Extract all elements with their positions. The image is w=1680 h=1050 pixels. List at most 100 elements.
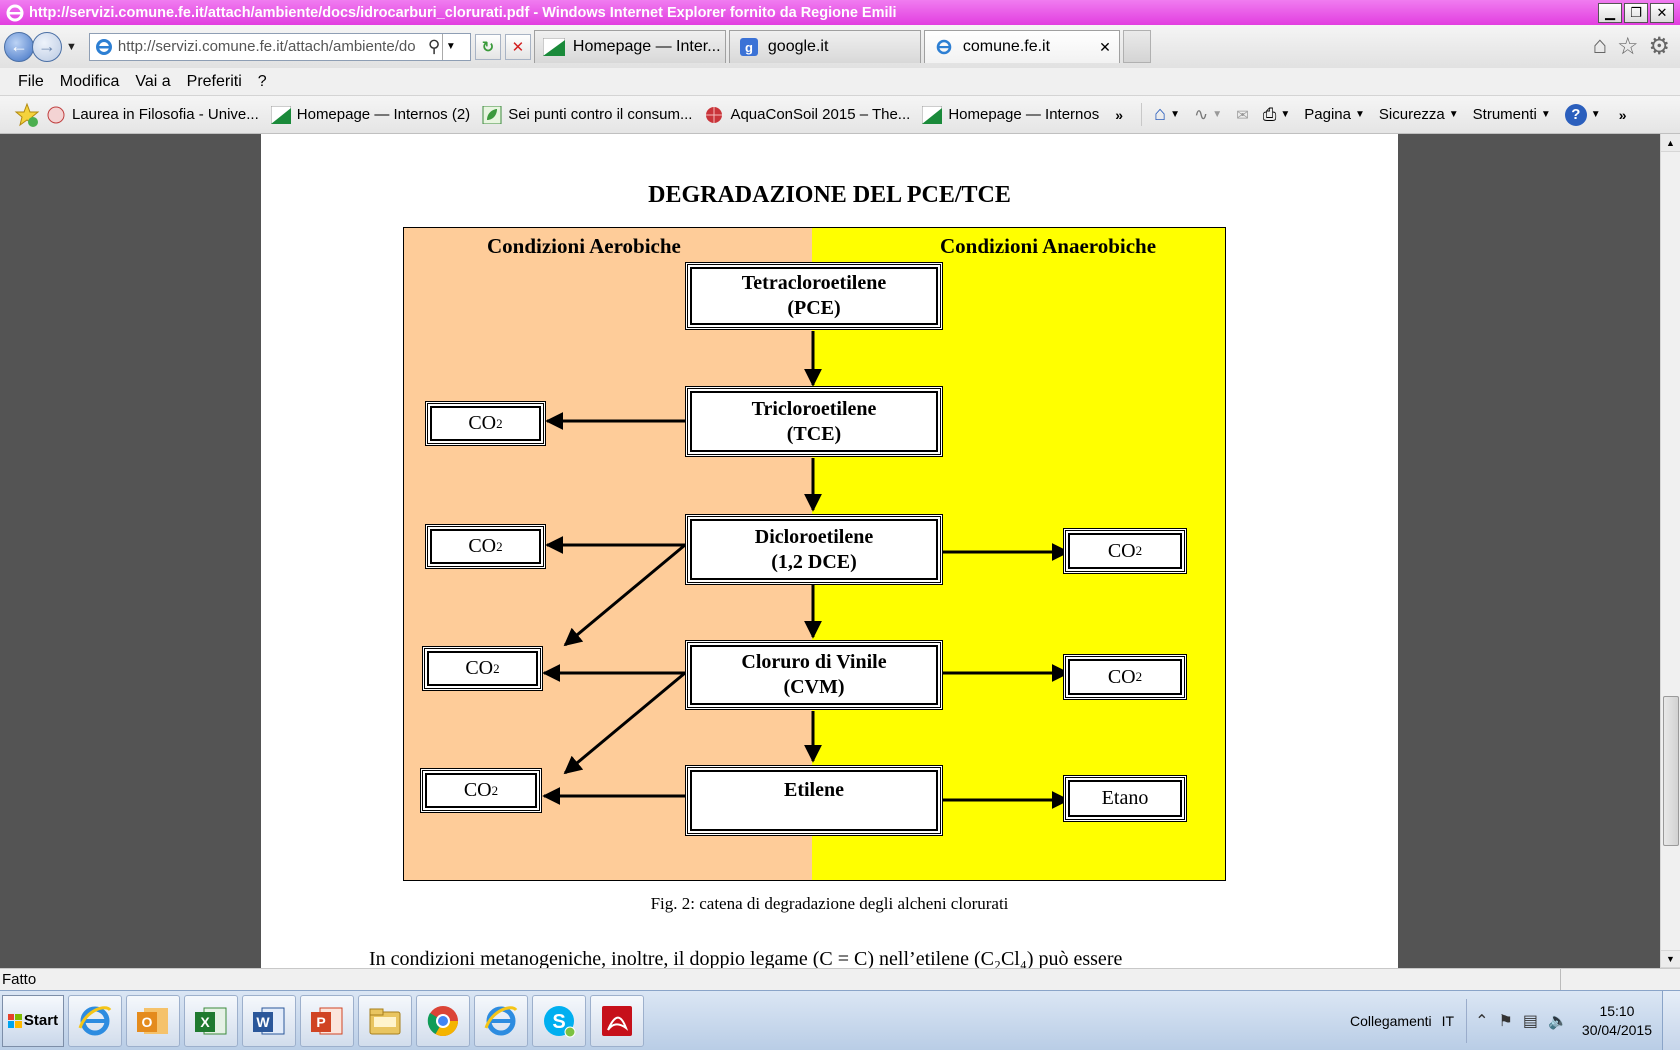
- aerobic-label: Condizioni Aerobiche: [487, 234, 681, 258]
- window-title-bar: http://servizi.comune.fe.it/attach/ambie…: [0, 0, 1680, 25]
- refresh-icon: ↻: [481, 38, 495, 56]
- close-button[interactable]: ✕: [1650, 2, 1674, 23]
- menu-bar: File Modifica Vai a Preferiti ?: [0, 68, 1680, 96]
- search-icon[interactable]: ⚲: [428, 37, 440, 57]
- file-explorer-icon: [369, 1008, 401, 1034]
- scroll-up-icon[interactable]: ▲: [1661, 134, 1680, 152]
- close-tab-icon[interactable]: ✕: [1087, 39, 1111, 56]
- tab-google[interactable]: g google.it: [728, 30, 921, 63]
- taskbar-chrome[interactable]: [416, 994, 470, 1047]
- home-icon[interactable]: ⌂: [1592, 32, 1607, 61]
- excel-icon: X: [195, 1007, 227, 1034]
- mail-button[interactable]: ✉: [1236, 106, 1249, 124]
- ie-icon: [6, 4, 24, 21]
- stop-button[interactable]: ✕: [504, 33, 531, 60]
- address-dropdown-icon[interactable]: ▼: [442, 33, 458, 60]
- emilia-romagna-flag-icon: [922, 105, 943, 124]
- history-dropdown-icon[interactable]: ▼: [66, 41, 77, 53]
- new-tab-button[interactable]: [1122, 30, 1151, 63]
- address-input[interactable]: [117, 38, 426, 55]
- tools-menu[interactable]: Strumenti ▼: [1473, 106, 1551, 123]
- leaf-icon: [482, 105, 502, 124]
- menu-modifica[interactable]: Modifica: [60, 73, 120, 91]
- restore-button[interactable]: ❐: [1624, 2, 1648, 23]
- svg-text:g: g: [745, 40, 753, 55]
- forward-button[interactable]: →: [32, 31, 62, 62]
- taskbar: Start O X W P S Collegamenti IT ⌃ ⚑ ▤ 🔈: [0, 990, 1680, 1050]
- emilia-romagna-flag-icon: [270, 105, 291, 124]
- minimize-button[interactable]: ▁: [1598, 2, 1622, 23]
- clock[interactable]: 15:10 30/04/2015: [1582, 1002, 1652, 1040]
- taskbar-ie[interactable]: [68, 994, 122, 1047]
- tab-comune-fe[interactable]: comune.fe.it ✕: [923, 30, 1120, 63]
- favorites-star-icon[interactable]: ☆: [1617, 32, 1639, 61]
- menu-help[interactable]: ?: [258, 73, 267, 91]
- feeds-button[interactable]: ∿ ▼: [1194, 105, 1222, 125]
- svg-text:O: O: [142, 1014, 153, 1030]
- vertical-scrollbar[interactable]: ▲ ▼: [1660, 134, 1680, 968]
- status-bar: Fatto: [0, 968, 1680, 990]
- network-icon[interactable]: ▤: [1523, 1011, 1538, 1031]
- ie-icon: [78, 1005, 112, 1035]
- tce-box: Tricloroetilene (TCE): [685, 386, 943, 457]
- co2-box: CO 2: [425, 401, 546, 446]
- compatibility-refresh-button[interactable]: ↻: [474, 33, 501, 60]
- taskbar-excel[interactable]: X: [184, 994, 238, 1047]
- security-menu[interactable]: Sicurezza ▼: [1379, 106, 1459, 123]
- links-toolbar[interactable]: Collegamenti: [1350, 1013, 1432, 1029]
- tab-label: comune.fe.it: [962, 38, 1051, 55]
- outlook-icon: O: [137, 1007, 168, 1034]
- svg-text:S: S: [552, 1011, 565, 1033]
- forward-arrow-icon: →: [38, 36, 56, 56]
- menu-preferiti[interactable]: Preferiti: [187, 73, 242, 91]
- taskbar-word[interactable]: W: [242, 994, 296, 1047]
- pdf-viewer[interactable]: DEGRADAZIONE DEL PCE/TCE Condizioni Aero…: [0, 134, 1660, 968]
- favorites-bar: Laurea in Filosofia - Unive... Homepage …: [0, 96, 1680, 134]
- windows-logo-icon: [7, 1013, 22, 1028]
- favorite-item[interactable]: AquaConSoil 2015 – The...: [704, 106, 910, 124]
- tab-label: google.it: [767, 38, 829, 55]
- ie-icon: [95, 38, 112, 55]
- taskbar-acrobat[interactable]: [590, 994, 644, 1047]
- chrome-icon: [427, 1005, 458, 1036]
- gear-icon[interactable]: ⚙: [1648, 32, 1670, 61]
- add-favorite-star-icon[interactable]: [14, 102, 40, 128]
- action-center-flag-icon[interactable]: ⚑: [1499, 1011, 1513, 1031]
- help-button[interactable]: ? ▼: [1564, 103, 1601, 126]
- favorite-item[interactable]: Homepage — Internos: [922, 105, 1099, 124]
- start-button[interactable]: Start: [2, 994, 64, 1047]
- taskbar-explorer[interactable]: [358, 994, 412, 1047]
- stop-icon: ✕: [511, 38, 525, 56]
- scroll-thumb[interactable]: [1663, 696, 1679, 846]
- co2-box: CO 2: [425, 524, 546, 569]
- favorite-item[interactable]: Laurea in Filosofia - Unive...: [46, 106, 259, 124]
- address-bar[interactable]: ⚲ ▼: [88, 32, 471, 61]
- taskbar-outlook[interactable]: O: [126, 994, 180, 1047]
- menu-vai-a[interactable]: Vai a: [135, 73, 170, 91]
- printer-icon: ⎙: [1262, 104, 1277, 124]
- favorite-item[interactable]: Sei punti contro il consum...: [482, 105, 692, 124]
- print-button[interactable]: ⎙ ▼: [1263, 105, 1291, 125]
- taskbar-ie-2[interactable]: [474, 994, 528, 1047]
- back-arrow-icon: ←: [10, 36, 28, 56]
- taskbar-skype[interactable]: S: [532, 994, 586, 1047]
- system-tray: Collegamenti IT ⌃ ⚑ ▤ 🔈 15:10 30/04/2015: [1350, 991, 1680, 1050]
- home-button[interactable]: ⌂ ▼: [1154, 103, 1180, 126]
- menu-file[interactable]: File: [18, 73, 44, 91]
- more-commands-chevron-icon[interactable]: »: [1619, 107, 1627, 123]
- tab-homepage-internos[interactable]: Homepage — Inter...: [533, 30, 726, 63]
- volume-icon[interactable]: 🔈: [1548, 1011, 1568, 1031]
- language-indicator[interactable]: IT: [1442, 1013, 1454, 1029]
- svg-text:W: W: [256, 1014, 270, 1030]
- page-menu[interactable]: Pagina ▼: [1304, 106, 1365, 123]
- back-button[interactable]: ←: [4, 31, 34, 62]
- taskbar-powerpoint[interactable]: P: [300, 994, 354, 1047]
- svg-text:X: X: [200, 1014, 210, 1030]
- scroll-down-icon[interactable]: ▼: [1661, 950, 1680, 968]
- show-desktop-button[interactable]: [1662, 991, 1680, 1050]
- show-hidden-icons-icon[interactable]: ⌃: [1475, 1011, 1488, 1031]
- degradation-diagram: Condizioni Aerobiche Condizioni Anaerobi…: [403, 227, 1226, 881]
- status-text: Fatto: [2, 971, 37, 988]
- favorite-item[interactable]: Homepage — Internos (2): [270, 105, 470, 124]
- more-favorites-chevron-icon[interactable]: »: [1115, 107, 1123, 123]
